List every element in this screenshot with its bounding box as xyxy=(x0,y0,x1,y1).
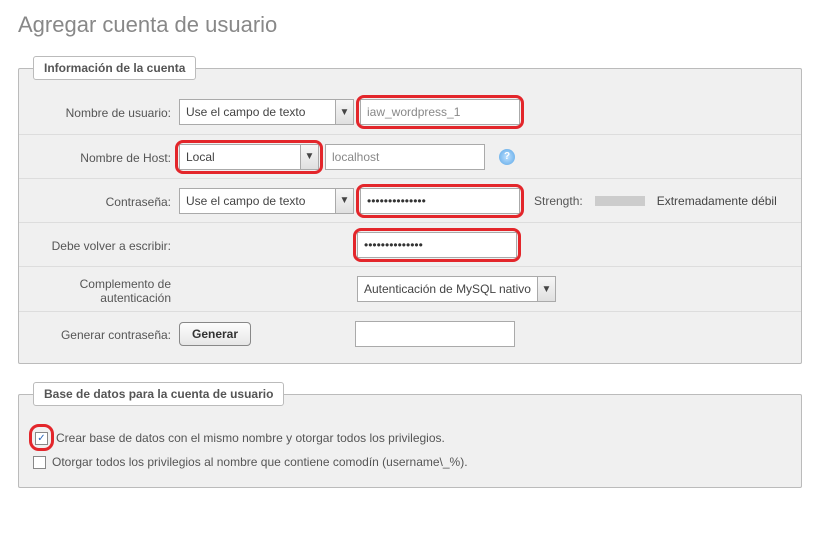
username-mode-value: Use el campo de texto xyxy=(180,105,335,119)
wildcard-checkbox[interactable] xyxy=(33,456,46,469)
page-title: Agregar cuenta de usuario xyxy=(18,12,802,38)
username-label: Nombre de usuario: xyxy=(19,96,179,120)
auth-plugin-label: Complemento de autenticación xyxy=(19,273,179,305)
create-db-checkbox[interactable] xyxy=(35,432,48,445)
strength-text: Extremadamente débil xyxy=(657,194,777,208)
password-input[interactable] xyxy=(360,188,520,214)
password-mode-value: Use el campo de texto xyxy=(180,194,335,208)
strength-bar xyxy=(595,196,645,206)
chevron-down-icon: ▼ xyxy=(537,277,555,301)
host-mode-select[interactable]: Local ▼ xyxy=(179,144,319,170)
chevron-down-icon: ▼ xyxy=(300,145,318,169)
password-mode-select[interactable]: Use el campo de texto ▼ xyxy=(179,188,354,214)
host-mode-value: Local xyxy=(180,150,300,164)
wildcard-label: Otorgar todos los privilegios al nombre … xyxy=(52,455,468,469)
account-info-fieldset: Información de la cuenta Nombre de usuar… xyxy=(18,56,802,364)
host-label: Nombre de Host: xyxy=(19,141,179,165)
create-db-label: Crear base de datos con el mismo nombre … xyxy=(56,431,445,445)
username-mode-select[interactable]: Use el campo de texto ▼ xyxy=(179,99,354,125)
generated-password-input[interactable] xyxy=(355,321,515,347)
retype-label: Debe volver a escribir: xyxy=(19,229,179,253)
strength-label: Strength: xyxy=(534,194,583,208)
database-legend: Base de datos para la cuenta de usuario xyxy=(33,382,284,406)
host-input[interactable] xyxy=(325,144,485,170)
help-icon[interactable]: ? xyxy=(499,149,515,165)
auth-plugin-select[interactable]: Autenticación de MySQL nativo ▼ xyxy=(357,276,556,302)
chevron-down-icon: ▼ xyxy=(335,189,353,213)
username-input[interactable] xyxy=(360,99,520,125)
chevron-down-icon: ▼ xyxy=(335,100,353,124)
retype-input[interactable] xyxy=(357,232,517,258)
generate-button[interactable]: Generar xyxy=(179,322,251,346)
auth-plugin-value: Autenticación de MySQL nativo xyxy=(358,282,537,296)
generate-label: Generar contraseña: xyxy=(19,318,179,342)
database-fieldset: Base de datos para la cuenta de usuario … xyxy=(18,382,802,488)
account-info-legend: Información de la cuenta xyxy=(33,56,196,80)
password-label: Contraseña: xyxy=(19,185,179,209)
